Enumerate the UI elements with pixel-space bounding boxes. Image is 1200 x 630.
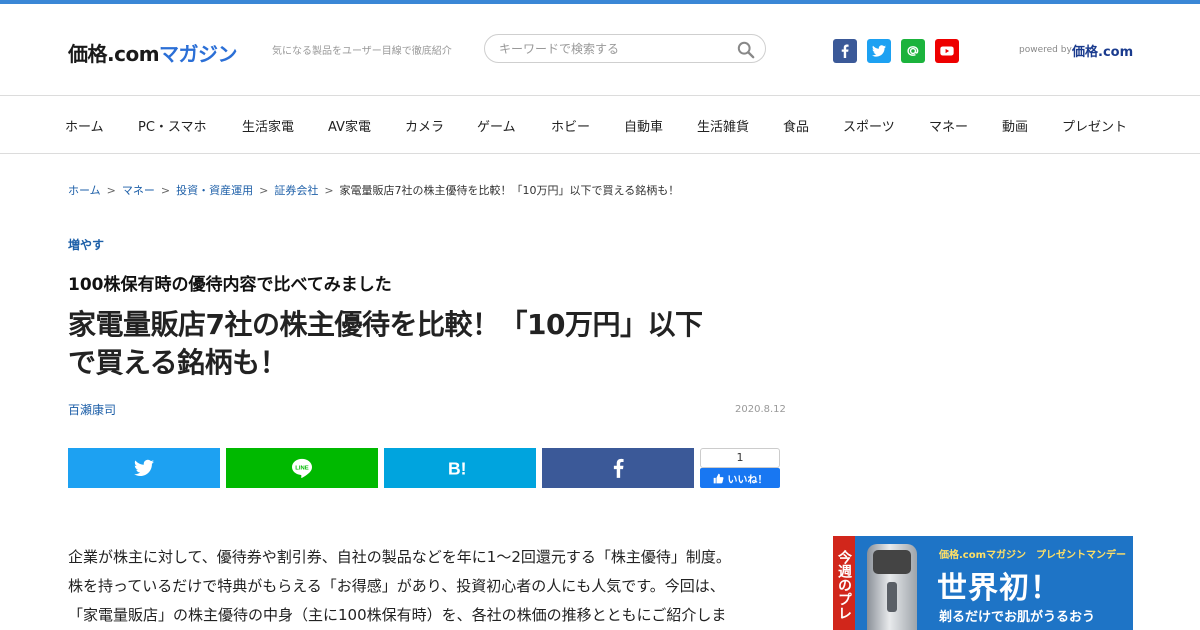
article-title: 家電量販店7社の株主優待を比較！「10万円」以下 で買える銘柄も！	[68, 306, 788, 382]
share-hatena-button[interactable]: B!	[384, 448, 536, 488]
logo-sub: マガジン	[159, 42, 238, 66]
nav-item-food[interactable]: 食品	[783, 116, 809, 135]
facebook-link[interactable]	[833, 39, 857, 63]
facebook-icon	[613, 458, 624, 478]
like-button[interactable]: いいね！	[700, 468, 780, 488]
like-button-label: いいね！	[727, 474, 768, 486]
nav-item-car[interactable]: 自動車	[624, 116, 663, 135]
breadcrumb-separator: >	[324, 184, 334, 197]
breadcrumb-separator: >	[160, 184, 171, 197]
article-body: 企業が株主に対して、優待券や割引券、自社の製品などを年に1～2回還元する「株主優…	[68, 543, 783, 630]
nav-item-av-appliances[interactable]: AV家電	[328, 116, 371, 135]
search-box	[484, 34, 766, 63]
share-facebook-button[interactable]	[542, 448, 694, 488]
youtube-icon	[940, 46, 954, 56]
ad-subtext: 剃るだけでお肌がうるおう	[939, 610, 1096, 625]
article-title-line1: 家電量販店7社の株主優待を比較！「10万円」以下	[68, 308, 703, 341]
nav-item-hobby[interactable]: ホビー	[551, 116, 590, 135]
breadcrumb-separator: >	[259, 184, 269, 197]
category-nav: ホーム PC・スマホ 生活家電 AV家電 カメラ ゲーム ホビー 自動車 生活雑…	[0, 97, 1200, 154]
site-tagline: 気になる製品をユーザー目線で徹底紹介	[272, 46, 452, 57]
breadcrumb-separator: >	[106, 184, 116, 197]
article-author[interactable]: 百瀬康司	[68, 401, 116, 418]
breadcrumb-money[interactable]: マネー	[122, 184, 155, 197]
breadcrumb-home[interactable]: ホーム	[68, 184, 101, 197]
twitter-icon	[872, 45, 886, 57]
nav-item-money[interactable]: マネー	[929, 116, 968, 135]
nav-item-home[interactable]: ホーム	[65, 116, 104, 135]
facebook-like-widget: 1 いいね！	[700, 448, 780, 488]
nav-item-present[interactable]: プレゼント	[1062, 116, 1127, 135]
shaver-product-image	[867, 544, 917, 630]
kakaku-logo-link[interactable]: 価格.com	[1072, 41, 1133, 60]
breadcrumb-investment[interactable]: 投資・資産運用	[176, 184, 253, 197]
nav-item-sports[interactable]: スポーツ	[843, 116, 895, 135]
mail-icon	[907, 46, 919, 56]
nav-item-home-appliances[interactable]: 生活家電	[242, 116, 294, 135]
article-subtitle: 100株保有時の優待内容で比べてみました	[68, 275, 392, 295]
present-ad-banner[interactable]: 今週のプレ 価格.comマガジン プレゼントマンデー 世界初！ 剃るだけでお肌が…	[833, 536, 1133, 630]
site-header: 価格.comマガジン 気になる製品をユーザー目線で徹底紹介 powered by…	[0, 4, 1200, 96]
powered-by-label: powered by	[1019, 45, 1072, 55]
line-icon: LINE	[292, 458, 312, 478]
ad-label: 価格.comマガジン プレゼントマンデー	[939, 550, 1127, 561]
nav-item-pc-smartphone[interactable]: PC・スマホ	[138, 116, 207, 135]
hatena-bookmark-icon: B!	[448, 458, 466, 478]
logo-main: 価格.com	[68, 42, 160, 66]
nav-item-game[interactable]: ゲーム	[477, 116, 516, 135]
share-twitter-button[interactable]	[68, 448, 220, 488]
twitter-icon	[134, 459, 154, 476]
article-title-line2: で買える銘柄も！	[68, 346, 288, 379]
twitter-link[interactable]	[867, 39, 891, 63]
search-input[interactable]	[499, 41, 729, 57]
article-paragraph-line: 企業が株主に対して、優待券や割引券、自社の製品などを年に1～2回還元する「株主優…	[68, 548, 731, 566]
ad-side-label: 今週のプレ	[833, 536, 855, 630]
article-paragraph-line: 株を持っているだけで特典がもらえる「お得感」があり、投資初心者の人にも人気です。…	[68, 577, 725, 595]
breadcrumb: ホーム > マネー > 投資・資産運用 > 証券会社 > 家電量販店7社の株主優待を比較！「10…	[68, 182, 679, 198]
ad-headline: 世界初！	[937, 571, 1061, 606]
nav-item-household-goods[interactable]: 生活雑貨	[697, 116, 749, 135]
like-count: 1	[700, 448, 780, 468]
site-logo[interactable]: 価格.comマガジン	[68, 38, 238, 67]
article-category[interactable]: 増やす	[68, 236, 104, 253]
mail-link[interactable]	[901, 39, 925, 63]
svg-text:LINE: LINE	[295, 465, 308, 471]
nav-item-video[interactable]: 動画	[1002, 116, 1028, 135]
nav-item-camera[interactable]: カメラ	[405, 116, 444, 135]
thumbs-up-icon	[713, 473, 723, 483]
share-line-button[interactable]: LINE	[226, 448, 378, 488]
breadcrumb-securities[interactable]: 証券会社	[274, 184, 318, 197]
search-icon[interactable]	[737, 41, 755, 59]
breadcrumb-current: 家電量販店7社の株主優待を比較！「10万円」以下で買える銘柄も！	[339, 184, 680, 197]
facebook-icon	[841, 44, 849, 58]
youtube-link[interactable]	[935, 39, 959, 63]
article-paragraph-line: 「家電量販店」の株主優待の中身（主に100株保有時）を、各社の株価の推移とともに…	[68, 606, 727, 624]
svg-text:B!: B!	[448, 458, 466, 478]
article-date: 2020.8.12	[735, 404, 786, 415]
